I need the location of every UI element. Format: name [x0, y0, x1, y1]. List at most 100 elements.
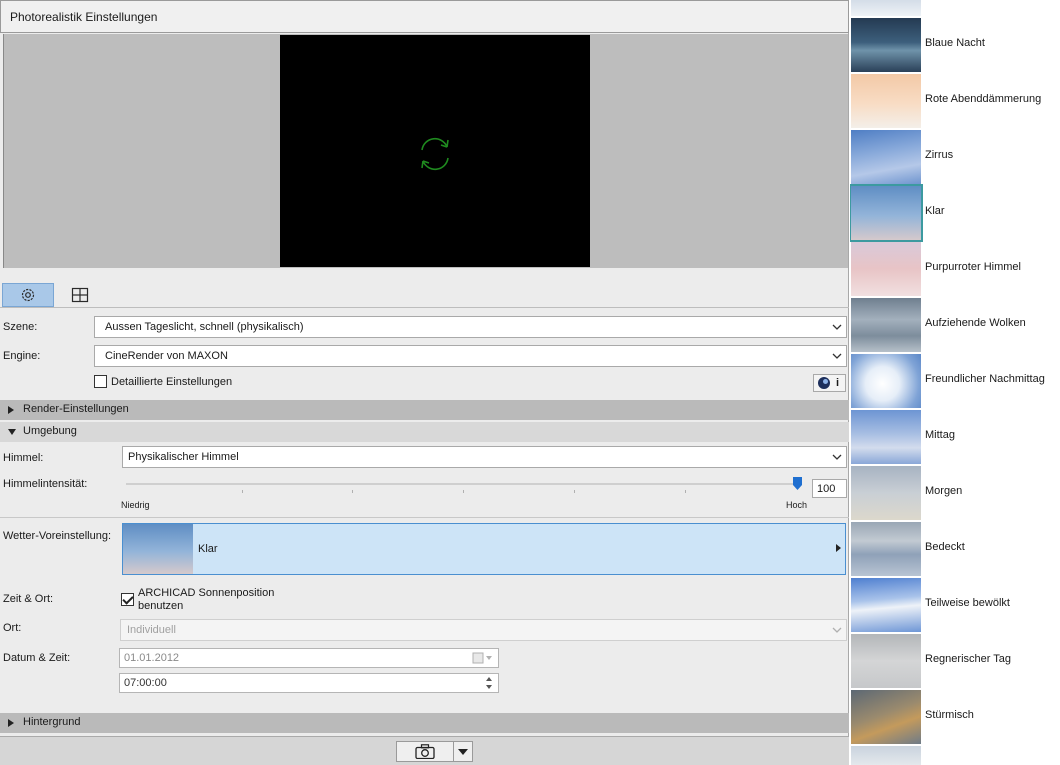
- chevron-down-icon: [832, 627, 842, 633]
- render-preview: [280, 35, 590, 267]
- scene-value: Aussen Tageslicht, schnell (physikalisch…: [105, 321, 304, 333]
- sky-preset-item[interactable]: Freundlicher Nachmittag: [850, 353, 1060, 409]
- calendar-icon[interactable]: [472, 652, 494, 664]
- slider-tick: [463, 490, 464, 493]
- sky-preset-item[interactable]: Morgen: [850, 465, 1060, 521]
- sun-position-label-line2: benutzen: [138, 600, 184, 612]
- sun-position-checkbox[interactable]: [121, 593, 134, 606]
- sky-thumbnail: [851, 466, 921, 520]
- sky-preset-name: Bedeckt: [925, 541, 965, 553]
- scene-dropdown[interactable]: Aussen Tageslicht, schnell (physikalisch…: [94, 316, 847, 338]
- section-render-label: Render-Einstellungen: [23, 403, 129, 415]
- render-camera-button[interactable]: [396, 741, 454, 762]
- gear-icon: [21, 288, 35, 302]
- expand-arrow-icon: [8, 406, 14, 414]
- slider-min-label: Niedrig: [121, 500, 150, 510]
- sky-thumbnail: [851, 298, 921, 352]
- divider: [0, 517, 849, 518]
- render-options-dropdown[interactable]: [453, 741, 473, 762]
- cinerender-logo-icon: [818, 377, 830, 389]
- sky-preset-name: Rote Abenddämmerung: [925, 93, 1042, 105]
- sky-thumbnail: [851, 578, 921, 632]
- tab-layout[interactable]: [54, 283, 106, 307]
- slider-tick: [574, 490, 575, 493]
- sky-thumbnail: [851, 354, 921, 408]
- sky-intensity-label: Himmelintensität:: [3, 478, 88, 490]
- date-field[interactable]: 01.01.2012: [119, 648, 499, 668]
- time-stepper-icon[interactable]: [484, 675, 494, 691]
- sky-thumbnail-partial: [851, 0, 921, 16]
- sky-thumbnail: [851, 130, 921, 184]
- sky-thumbnail: [851, 522, 921, 576]
- sky-thumbnail: [851, 74, 921, 128]
- date-value: 01.01.2012: [124, 652, 180, 664]
- section-environment-label: Umgebung: [23, 425, 77, 437]
- sky-preset-name: Zirrus: [925, 149, 954, 161]
- sky-preset-name: Freundlicher Nachmittag: [925, 373, 1045, 385]
- expand-arrow-icon: [8, 719, 14, 727]
- engine-label: Engine:: [3, 350, 41, 362]
- grid-icon: [71, 287, 89, 303]
- location-value: Individuell: [127, 624, 176, 636]
- slider-tick: [242, 490, 243, 493]
- engine-value: CineRender von MAXON: [105, 350, 228, 362]
- info-icon: i: [836, 377, 840, 389]
- weather-preset-selector[interactable]: Klar: [122, 523, 846, 575]
- slider-tick: [352, 490, 353, 493]
- title-bar: Photorealistik Einstellungen: [0, 0, 849, 33]
- slider-tick: [685, 490, 686, 493]
- camera-icon: [415, 744, 435, 759]
- weather-preset-thumbnail: [123, 524, 193, 574]
- chevron-right-icon: [836, 544, 841, 552]
- intensity-slider-track[interactable]: [126, 483, 798, 485]
- sky-preset-name: Klar: [925, 205, 945, 217]
- sky-preset-item[interactable]: Aufziehende Wolken: [850, 297, 1060, 353]
- time-value: 07:00:00: [124, 677, 167, 689]
- photorealistic-settings-panel: Photorealistik Einstellungen Szene: Auss…: [0, 0, 849, 765]
- intensity-value: 100: [817, 483, 836, 495]
- location-label: Ort:: [3, 622, 22, 634]
- section-render-settings[interactable]: Render-Einstellungen: [0, 400, 849, 420]
- engine-info-button[interactable]: i: [813, 374, 846, 392]
- weather-preset-label: Wetter-Voreinstellung:: [3, 530, 112, 542]
- weather-preset-value: Klar: [198, 543, 218, 555]
- sky-preset-item[interactable]: Purpurroter Himmel: [850, 241, 1060, 297]
- time-field[interactable]: 07:00:00: [119, 673, 499, 693]
- sky-preset-item[interactable]: Stürmisch: [850, 689, 1060, 745]
- scene-label: Szene:: [3, 321, 38, 333]
- intensity-value-field[interactable]: 100: [812, 479, 847, 498]
- preview-area: [3, 34, 848, 268]
- chevron-down-icon: [832, 454, 842, 460]
- sky-preset-item[interactable]: Regnerischer Tag: [850, 633, 1060, 689]
- slider-max-label: Hoch: [786, 500, 808, 510]
- sky-preset-item[interactable]: Bedeckt: [850, 521, 1060, 577]
- sky-preset-list: Blaue Nacht Rote Abenddämmerung Zirrus K…: [850, 0, 1060, 765]
- sun-position-label: ARCHICAD Sonnenposition: [138, 587, 275, 599]
- sky-dropdown[interactable]: Physikalischer Himmel: [122, 446, 847, 468]
- sky-preset-name: Blaue Nacht: [925, 37, 985, 49]
- engine-dropdown[interactable]: CineRender von MAXON: [94, 345, 847, 367]
- section-background[interactable]: Hintergrund: [0, 713, 849, 733]
- sky-preset-item[interactable]: Zirrus: [850, 129, 1060, 185]
- chevron-down-icon: [832, 324, 842, 330]
- sky-preset-item[interactable]: Rote Abenddämmerung: [850, 73, 1060, 129]
- sky-preset-name: Teilweise bewölkt: [925, 597, 1010, 609]
- sky-label: Himmel:: [3, 452, 44, 464]
- intensity-slider-thumb[interactable]: [793, 477, 802, 490]
- sky-preset-item[interactable]: Klar: [850, 184, 1060, 242]
- sky-thumbnail: [851, 690, 921, 744]
- sky-thumbnail: [851, 18, 921, 72]
- tab-bar: [0, 280, 849, 308]
- sky-preset-item[interactable]: Teilweise bewölkt: [850, 577, 1060, 633]
- tab-settings[interactable]: [2, 283, 54, 307]
- section-environment[interactable]: Umgebung: [0, 422, 849, 442]
- collapse-arrow-icon: [8, 429, 16, 435]
- sky-preset-item[interactable]: Blaue Nacht: [850, 17, 1060, 73]
- location-dropdown[interactable]: Individuell: [120, 619, 847, 641]
- detailed-settings-checkbox[interactable]: [94, 375, 107, 388]
- sky-thumbnail: [851, 242, 921, 296]
- date-time-label: Datum & Zeit:: [3, 652, 71, 664]
- sky-preset-item[interactable]: Mittag: [850, 409, 1060, 465]
- sky-value: Physikalischer Himmel: [128, 451, 239, 463]
- time-location-label: Zeit & Ort:: [3, 593, 54, 605]
